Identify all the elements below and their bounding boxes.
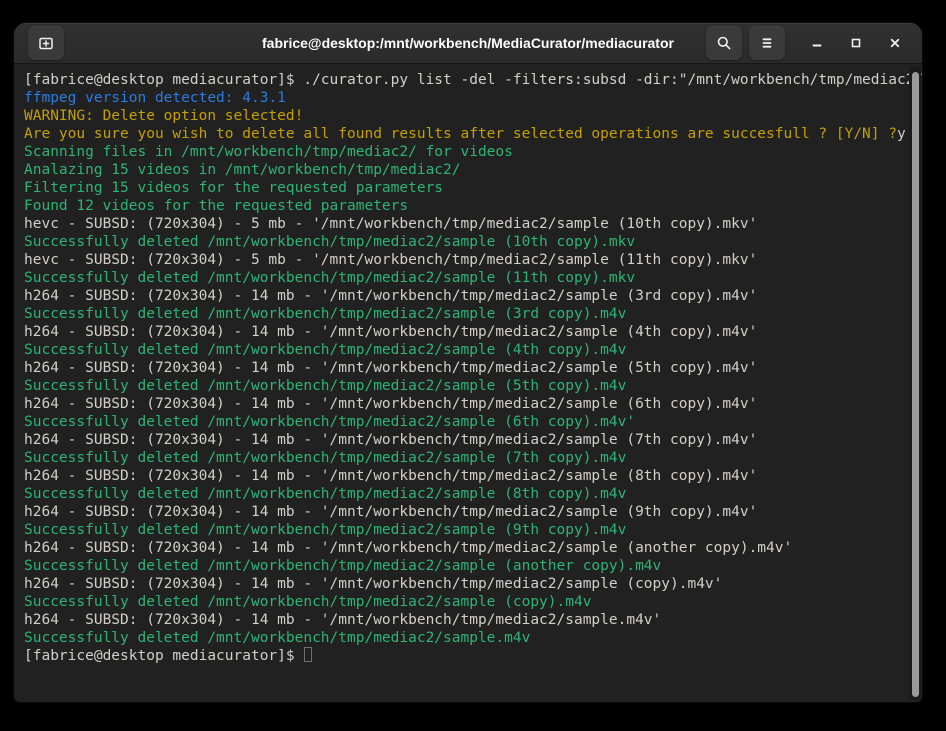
new-tab-button[interactable] xyxy=(28,26,64,60)
search-icon xyxy=(716,35,732,51)
terminal-line: Analazing 15 videos in /mnt/workbench/tm… xyxy=(24,161,908,179)
close-icon xyxy=(887,35,903,51)
terminal-line: Successfully deleted /mnt/workbench/tmp/… xyxy=(24,269,908,287)
terminal-line: Found 12 videos for the requested parame… xyxy=(24,197,908,215)
terminal-cursor xyxy=(304,647,312,662)
terminal-line: [fabrice@desktop mediacurator]$ xyxy=(24,647,908,665)
terminal-line: Successfully deleted /mnt/workbench/tmp/… xyxy=(24,305,908,323)
terminal-line: h264 - SUBSD: (720x304) - 14 mb - '/mnt/… xyxy=(24,431,908,449)
terminal-line: Successfully deleted /mnt/workbench/tmp/… xyxy=(24,485,908,503)
terminal-line: [fabrice@desktop mediacurator]$ ./curato… xyxy=(24,71,908,89)
terminal-line: h264 - SUBSD: (720x304) - 14 mb - '/mnt/… xyxy=(24,359,908,377)
search-button[interactable] xyxy=(706,26,742,60)
terminal-line: Successfully deleted /mnt/workbench/tmp/… xyxy=(24,521,908,539)
menu-icon xyxy=(759,35,775,51)
terminal-window: fabrice@desktop:/mnt/workbench/MediaCura… xyxy=(14,23,922,702)
terminal-output: [fabrice@desktop mediacurator]$ ./curato… xyxy=(24,71,908,665)
terminal-line: h264 - SUBSD: (720x304) - 14 mb - '/mnt/… xyxy=(24,611,908,629)
titlebar[interactable]: fabrice@desktop:/mnt/workbench/MediaCura… xyxy=(14,23,922,64)
terminal-line: h264 - SUBSD: (720x304) - 14 mb - '/mnt/… xyxy=(24,323,908,341)
desktop-background: fabrice@desktop:/mnt/workbench/MediaCura… xyxy=(0,0,946,731)
terminal-line: h264 - SUBSD: (720x304) - 14 mb - '/mnt/… xyxy=(24,575,908,593)
terminal-line: Scanning files in /mnt/workbench/tmp/med… xyxy=(24,143,908,161)
terminal-line: Successfully deleted /mnt/workbench/tmp/… xyxy=(24,557,908,575)
window-title: fabrice@desktop:/mnt/workbench/MediaCura… xyxy=(262,35,674,51)
terminal-line: Successfully deleted /mnt/workbench/tmp/… xyxy=(24,413,908,431)
window-controls xyxy=(804,30,908,56)
terminal-line: Successfully deleted /mnt/workbench/tmp/… xyxy=(24,449,908,467)
minimize-icon xyxy=(809,35,825,51)
maximize-icon xyxy=(848,35,864,51)
terminal-line: hevc - SUBSD: (720x304) - 5 mb - '/mnt/w… xyxy=(24,215,908,233)
scrollbar-thumb[interactable] xyxy=(912,72,919,697)
minimize-button[interactable] xyxy=(804,30,830,56)
terminal-line: Successfully deleted /mnt/workbench/tmp/… xyxy=(24,377,908,395)
terminal-line: h264 - SUBSD: (720x304) - 14 mb - '/mnt/… xyxy=(24,539,908,557)
terminal-line: Successfully deleted /mnt/workbench/tmp/… xyxy=(24,593,908,611)
terminal-line: hevc - SUBSD: (720x304) - 5 mb - '/mnt/w… xyxy=(24,251,908,269)
terminal-line: Successfully deleted /mnt/workbench/tmp/… xyxy=(24,341,908,359)
terminal-screen[interactable]: [fabrice@desktop mediacurator]$ ./curato… xyxy=(14,64,922,702)
terminal-line: Filtering 15 videos for the requested pa… xyxy=(24,179,908,197)
tab-new-icon xyxy=(38,35,54,51)
menu-button[interactable] xyxy=(749,26,785,60)
terminal-line: h264 - SUBSD: (720x304) - 14 mb - '/mnt/… xyxy=(24,287,908,305)
terminal-line: h264 - SUBSD: (720x304) - 14 mb - '/mnt/… xyxy=(24,395,908,413)
terminal-line: h264 - SUBSD: (720x304) - 14 mb - '/mnt/… xyxy=(24,503,908,521)
terminal-line: ffmpeg version detected: 4.3.1 xyxy=(24,89,908,107)
maximize-button[interactable] xyxy=(843,30,869,56)
close-button[interactable] xyxy=(882,30,908,56)
terminal-line: h264 - SUBSD: (720x304) - 14 mb - '/mnt/… xyxy=(24,467,908,485)
scrollbar-track[interactable] xyxy=(909,66,921,700)
terminal-line: Are you sure you wish to delete all foun… xyxy=(24,125,908,143)
terminal-line: Successfully deleted /mnt/workbench/tmp/… xyxy=(24,629,908,647)
terminal-line: Successfully deleted /mnt/workbench/tmp/… xyxy=(24,233,908,251)
terminal-line: WARNING: Delete option selected! xyxy=(24,107,908,125)
